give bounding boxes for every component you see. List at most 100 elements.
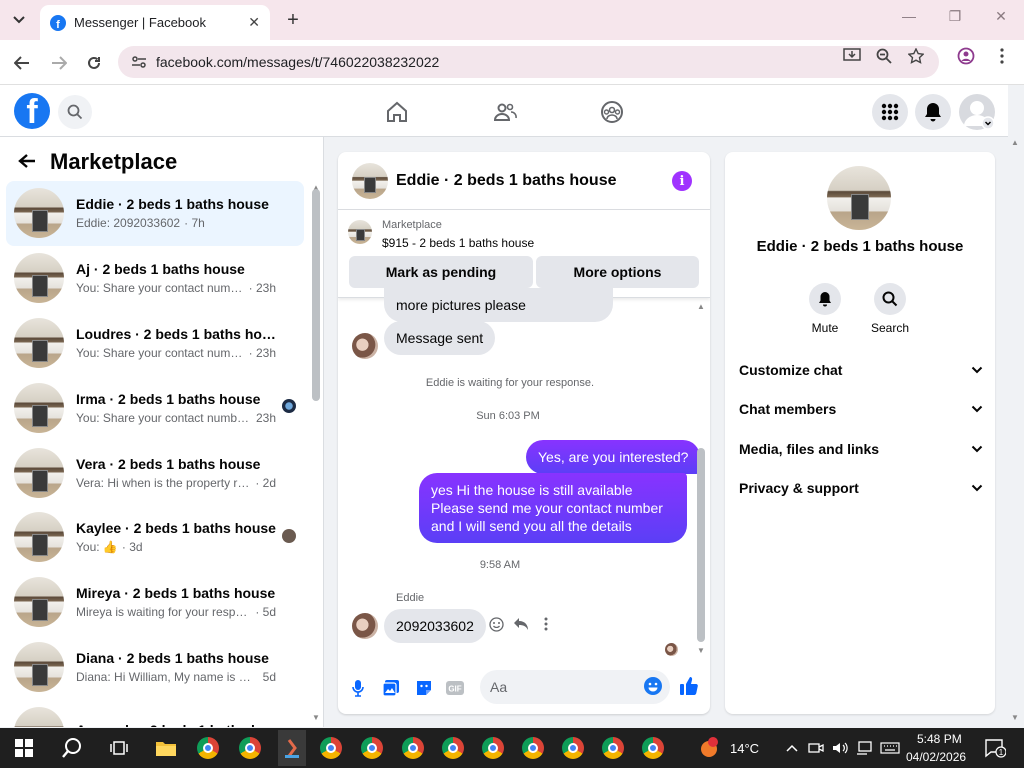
- info-icon[interactable]: i: [672, 171, 692, 191]
- mute-button[interactable]: Mute: [795, 283, 855, 335]
- address-bar[interactable]: facebook.com/messages/t/746022038232022: [118, 46, 939, 78]
- gif-icon[interactable]: GIF: [445, 678, 465, 698]
- clock-time[interactable]: 5:48 PM: [917, 732, 962, 746]
- new-tab-button[interactable]: +: [282, 9, 304, 32]
- reply-icon[interactable]: [513, 616, 529, 632]
- message-bubble-outgoing[interactable]: Yes, are you interested?: [526, 440, 701, 474]
- chat-list-scrollbar[interactable]: [312, 189, 320, 401]
- meet-now-icon[interactable]: [804, 736, 828, 760]
- mark-as-pending-button[interactable]: Mark as pending: [349, 256, 533, 288]
- browser-tab[interactable]: f Messenger | Facebook ✕: [40, 5, 270, 40]
- menu-grid-button[interactable]: [872, 94, 908, 130]
- close-window-icon[interactable]: ✕: [991, 8, 1011, 25]
- message-bubble-incoming[interactable]: Message sent: [384, 321, 496, 355]
- task-view-icon[interactable]: [107, 736, 131, 760]
- contact-avatar[interactable]: [352, 333, 378, 359]
- keyboard-icon[interactable]: [878, 736, 902, 760]
- chrome-app-icon[interactable]: [360, 736, 384, 760]
- message-bubble-outgoing[interactable]: yes Hi the house is still available Plea…: [419, 473, 687, 543]
- chrome-app-icon[interactable]: [319, 736, 343, 760]
- site-info-icon[interactable]: [126, 55, 152, 69]
- restore-icon[interactable]: ❐: [945, 8, 965, 25]
- chrome-app-icon[interactable]: [601, 736, 625, 760]
- microphone-icon[interactable]: [348, 678, 368, 698]
- customize-chat-row[interactable]: Customize chat: [739, 358, 983, 382]
- close-tab-icon[interactable]: ✕: [248, 14, 260, 31]
- notification-center-icon[interactable]: 1: [983, 736, 1007, 760]
- conversation-snippet: Eddie: 2092033602: [76, 216, 181, 231]
- menu-kebab-icon[interactable]: [992, 48, 1012, 64]
- chrome-app-icon[interactable]: [441, 736, 465, 760]
- conversation-item[interactable]: Irma · 2 beds 1 baths house You: Share yo…: [6, 375, 304, 440]
- media-files-links-row[interactable]: Media, files and links: [739, 437, 983, 461]
- bookmark-star-icon[interactable]: [906, 48, 926, 64]
- install-app-icon[interactable]: [842, 48, 862, 64]
- emoji-icon[interactable]: [644, 677, 662, 695]
- weather-icon[interactable]: [697, 736, 721, 760]
- more-options-button[interactable]: More options: [536, 256, 699, 288]
- notifications-button[interactable]: [915, 94, 951, 130]
- more-actions-icon[interactable]: [538, 616, 554, 632]
- conversation-item[interactable]: Aj · 2 beds 1 baths house You: Share your…: [6, 246, 304, 311]
- clock-date[interactable]: 04/02/2026: [906, 750, 966, 764]
- back-arrow-icon[interactable]: [18, 149, 36, 175]
- listing-price[interactable]: $915 - 2 beds 1 baths house: [382, 236, 534, 250]
- chat-header[interactable]: Eddie · 2 beds 1 baths house i: [338, 152, 710, 210]
- react-emoji-icon[interactable]: [488, 616, 504, 632]
- conversation-item[interactable]: Kaylee · 2 beds 1 baths house You: 👍 · 3d: [6, 505, 304, 570]
- zoom-icon[interactable]: [874, 48, 894, 64]
- chrome-app-icon[interactable]: [196, 736, 220, 760]
- chrome-app-icon[interactable]: [521, 736, 545, 760]
- scroll-down-arrow-icon[interactable]: ▼: [697, 646, 705, 655]
- conversation-item[interactable]: Loudres · 2 beds 1 baths house You: Share…: [6, 311, 304, 376]
- chrome-app-icon[interactable]: [641, 736, 665, 760]
- listing-photo[interactable]: [827, 166, 891, 230]
- timestamp: Sun 6:03 PM: [476, 410, 540, 422]
- search-in-chat-button[interactable]: Search: [860, 283, 920, 335]
- taskbar-search-icon[interactable]: [60, 736, 84, 760]
- conversation-item[interactable]: Armando · 2 beds 1 baths house: [6, 699, 304, 727]
- chrome-app-icon[interactable]: [238, 736, 262, 760]
- search-button[interactable]: [58, 95, 92, 129]
- reload-icon[interactable]: [83, 52, 105, 74]
- conversation-name: Irma · 2 beds 1 baths house: [76, 390, 261, 407]
- back-icon[interactable]: [11, 52, 33, 74]
- thumbs-up-icon[interactable]: [679, 676, 699, 696]
- chrome-app-icon[interactable]: [481, 736, 505, 760]
- friends-icon[interactable]: [492, 99, 518, 125]
- groups-icon[interactable]: [599, 99, 625, 125]
- page-scroll-down-icon[interactable]: ▼: [1011, 713, 1019, 722]
- active-app-icon[interactable]: [278, 730, 306, 766]
- scroll-down-arrow-icon[interactable]: ▼: [312, 713, 320, 722]
- account-avatar[interactable]: [959, 94, 995, 130]
- file-explorer-icon[interactable]: [154, 736, 178, 760]
- conversation-item[interactable]: Diana · 2 beds 1 baths house Diana: Hi Wi…: [6, 635, 304, 700]
- privacy-support-row[interactable]: Privacy & support: [739, 476, 983, 500]
- chat-members-row[interactable]: Chat members: [739, 397, 983, 421]
- show-hidden-icons-icon[interactable]: [780, 736, 804, 760]
- conversation-item[interactable]: Mireya · 2 beds 1 baths house Mireya is w…: [6, 570, 304, 635]
- windows-start-icon[interactable]: [12, 736, 36, 760]
- chrome-app-icon[interactable]: [561, 736, 585, 760]
- forward-icon[interactable]: [48, 52, 70, 74]
- message-bubble-partial[interactable]: more pictures please: [384, 288, 613, 322]
- conversation-item[interactable]: Eddie · 2 beds 1 baths house Eddie: 20920…: [6, 181, 304, 246]
- contact-avatar[interactable]: [352, 613, 378, 639]
- tab-search-button[interactable]: [6, 8, 32, 32]
- page-scroll-up-icon[interactable]: ▲: [1011, 138, 1019, 147]
- photo-icon[interactable]: [381, 678, 401, 698]
- scroll-up-arrow-icon[interactable]: ▲: [697, 302, 705, 311]
- conversation-text: Loudres · 2 beds 1 baths house You: Share…: [76, 326, 276, 360]
- profile-icon[interactable]: [956, 47, 976, 65]
- volume-icon[interactable]: [828, 736, 852, 760]
- facebook-logo-icon[interactable]: f: [14, 93, 50, 129]
- message-bubble-incoming[interactable]: 2092033602: [384, 609, 486, 643]
- chat-scrollbar[interactable]: [697, 448, 705, 642]
- chrome-app-icon[interactable]: [401, 736, 425, 760]
- message-input[interactable]: Aa: [480, 670, 670, 704]
- network-icon[interactable]: [852, 736, 876, 760]
- sticker-icon[interactable]: [414, 678, 434, 698]
- conversation-item[interactable]: Vera · 2 beds 1 baths house Vera: Hi when…: [6, 440, 304, 505]
- minimize-icon[interactable]: —: [899, 8, 919, 24]
- home-icon[interactable]: [384, 99, 410, 125]
